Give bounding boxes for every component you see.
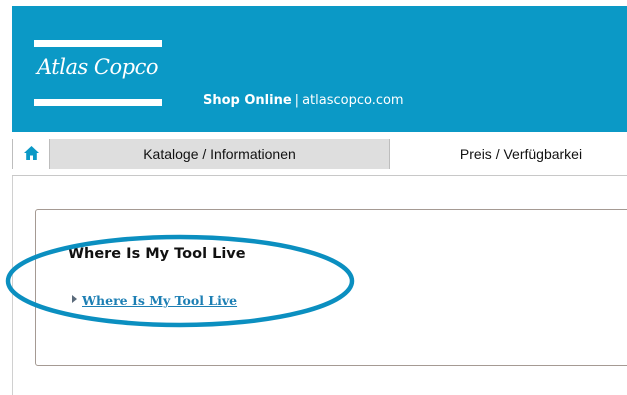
content-left-border [12,176,13,395]
panel-title: Where Is My Tool Live [68,246,246,262]
tool-live-panel: Where Is My Tool Live Where Is My Tool L… [35,209,627,366]
site-header: Atlas Copco Shop Online | atlascopco.com [12,6,627,132]
atlas-copco-logo[interactable]: Atlas Copco [34,40,164,106]
panel-link-row: Where Is My Tool Live [72,290,237,309]
app-window: Atlas Copco Shop Online | atlascopco.com K… [12,6,627,395]
site-domain: atlascopco.com [302,93,404,108]
where-is-my-tool-live-link[interactable]: Where Is My Tool Live [82,293,237,308]
shop-online-line: Shop Online | atlascopco.com [203,93,404,108]
arrow-right-icon [72,294,77,303]
tab-catalogs-information[interactable]: Kataloge / Informationen [50,139,390,169]
logo-text: Atlas Copco [37,55,158,79]
logo-bar-bottom [34,99,162,106]
main-tab-bar: Kataloge / Informationen Preis / Verfügb… [12,132,627,176]
tab-bar-divider [12,175,627,176]
tab-price-availability[interactable]: Preis / Verfügbarkei [390,139,627,169]
logo-bar-top [34,40,162,47]
home-icon [24,146,39,160]
shop-online-label: Shop Online [203,93,292,108]
tab-home[interactable] [12,139,50,169]
header-separator: | [294,93,300,108]
